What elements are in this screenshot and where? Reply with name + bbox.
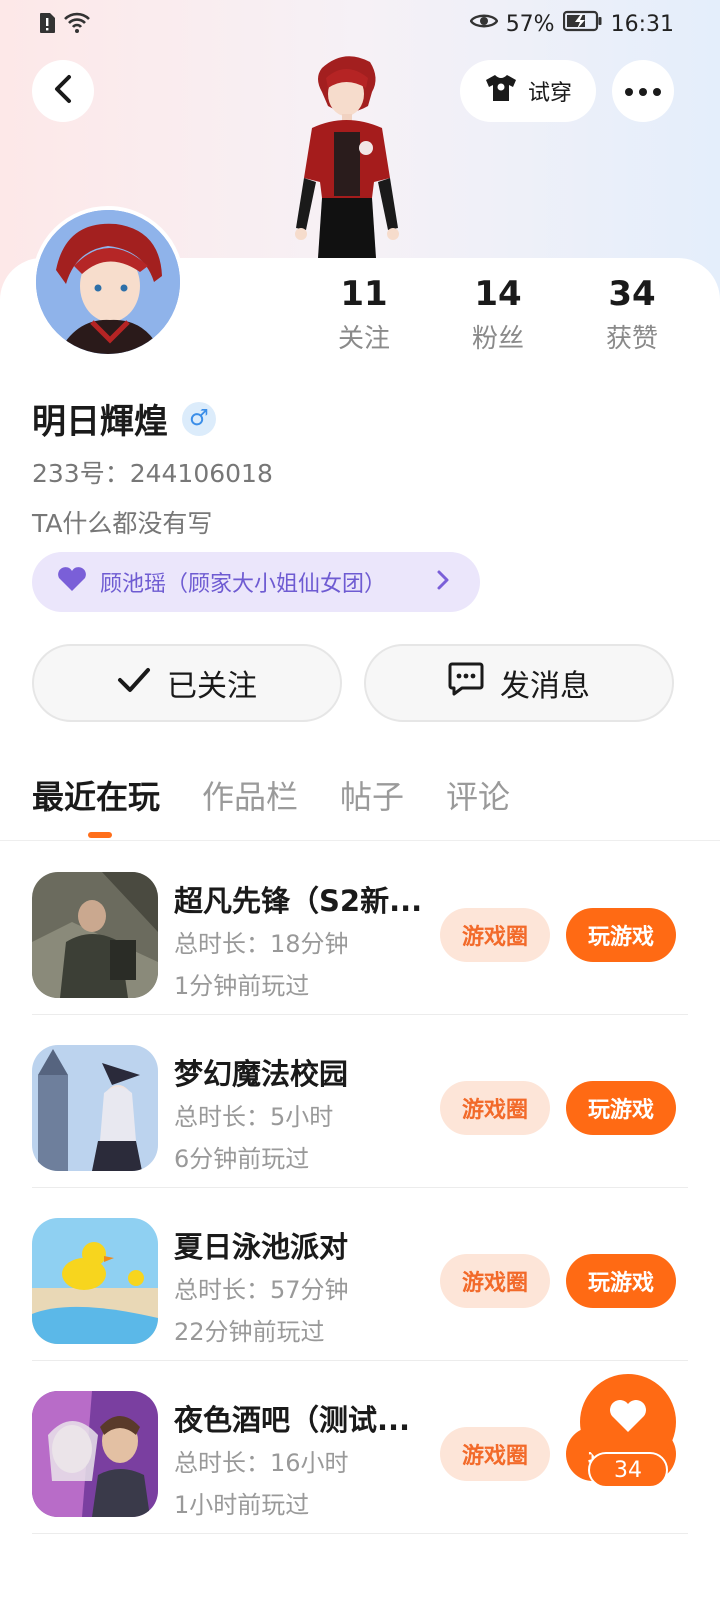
game-circle-button[interactable]: 游戏圈: [440, 908, 550, 962]
play-game-button[interactable]: 玩游戏: [566, 908, 676, 962]
game-last-played: 6分钟前玩过: [174, 1145, 310, 1173]
wifi-icon: [64, 12, 90, 40]
heart-icon: [56, 566, 88, 598]
battery-icon: [562, 10, 603, 38]
game-circle-button[interactable]: 游戏圈: [440, 1254, 550, 1308]
battery-percent: 57%: [505, 11, 555, 37]
fan-group-label: 顾池瑶（顾家大小姐仙女团）: [100, 572, 387, 597]
tab-posts[interactable]: 帖子: [340, 772, 404, 818]
game-duration: 总时长：16小时: [174, 1449, 349, 1477]
avatar[interactable]: [32, 206, 184, 358]
back-button[interactable]: [32, 60, 94, 122]
status-bar: 57% 16:31: [0, 0, 720, 48]
game-title: 梦幻魔法校园: [174, 1057, 349, 1091]
game-duration: 总时长：5小时: [174, 1103, 334, 1131]
message-label: 发消息: [500, 669, 590, 704]
list-item[interactable]: 超凡先锋（S2新... 总时长：18分钟 1分钟前玩过 游戏圈 玩游戏: [0, 842, 720, 1015]
game-thumbnail[interactable]: [32, 1218, 158, 1344]
try-on-button[interactable]: 试穿: [460, 60, 596, 122]
following-count: 11: [340, 274, 388, 314]
user-bio: TA什么都没有写: [32, 509, 213, 538]
game-last-played: 22分钟前玩过: [174, 1318, 325, 1346]
game-title: 夏日泳池派对: [174, 1230, 349, 1264]
follow-button[interactable]: 已关注: [32, 644, 342, 722]
more-icon: [624, 82, 662, 101]
list-item[interactable]: 夏日泳池派对 总时长：57分钟 22分钟前玩过 游戏圈 玩游戏: [0, 1188, 720, 1361]
character-3d-model[interactable]: [282, 48, 412, 258]
check-icon: [117, 666, 151, 701]
heart-icon: [608, 1398, 648, 1438]
game-circle-button[interactable]: 游戏圈: [440, 1427, 550, 1481]
row-divider: [32, 1533, 688, 1534]
try-on-label: 试穿: [527, 81, 572, 106]
play-game-button[interactable]: 玩游戏: [566, 1081, 676, 1135]
play-game-button[interactable]: 玩游戏: [566, 1254, 676, 1308]
back-icon: [52, 74, 74, 108]
game-title: 夜色酒吧（测试...: [174, 1403, 411, 1437]
tab-works[interactable]: 作品栏: [202, 772, 298, 818]
game-last-played: 1小时前玩过: [174, 1491, 310, 1519]
message-button[interactable]: 发消息: [364, 644, 674, 722]
followers-count: 14: [474, 274, 522, 314]
more-options-button[interactable]: [612, 60, 674, 122]
likes-label: 获赞: [605, 324, 658, 354]
chat-bubble-icon: [448, 662, 484, 704]
game-thumbnail[interactable]: [32, 1045, 158, 1171]
active-tab-indicator: [88, 832, 112, 838]
sim-alert-icon: [38, 12, 56, 40]
like-count-badge: 34: [588, 1452, 668, 1488]
game-title: 超凡先锋（S2新...: [174, 884, 423, 918]
tab-comments[interactable]: 评论: [446, 772, 510, 818]
likes-count: 34: [608, 274, 656, 314]
game-duration: 总时长：57分钟: [174, 1276, 349, 1304]
male-gender-icon: ♂: [182, 401, 216, 436]
game-duration: 总时长：18分钟: [174, 930, 349, 958]
game-thumbnail[interactable]: [32, 1391, 158, 1517]
following-label: 关注: [337, 324, 390, 354]
profile-tabs: 最近在玩 作品栏 帖子 评论: [32, 772, 510, 818]
followers-label: 粉丝: [471, 324, 524, 354]
stat-following[interactable]: 11 关注: [304, 272, 424, 355]
clock: 16:31: [610, 11, 674, 37]
name-row: 明日輝煌 ♂: [32, 394, 216, 443]
game-circle-button[interactable]: 游戏圈: [440, 1081, 550, 1135]
game-thumbnail[interactable]: [32, 872, 158, 998]
tshirt-icon: [484, 73, 518, 109]
game-last-played: 1分钟前玩过: [174, 972, 310, 1000]
chevron-right-icon: [436, 568, 450, 598]
user-id: 233号：244106018: [32, 459, 273, 488]
eye-icon: [469, 11, 499, 37]
stat-followers[interactable]: 14 粉丝: [438, 272, 558, 355]
follow-label: 已关注: [167, 669, 257, 704]
tabs-divider: [0, 840, 720, 841]
stat-likes[interactable]: 34 获赞: [572, 272, 692, 355]
list-item[interactable]: 梦幻魔法校园 总时长：5小时 6分钟前玩过 游戏圈 玩游戏: [0, 1015, 720, 1188]
tab-recently-played[interactable]: 最近在玩: [32, 772, 160, 818]
fan-group-pill[interactable]: 顾池瑶（顾家大小姐仙女团）: [32, 552, 480, 612]
user-name: 明日輝煌: [32, 402, 168, 442]
